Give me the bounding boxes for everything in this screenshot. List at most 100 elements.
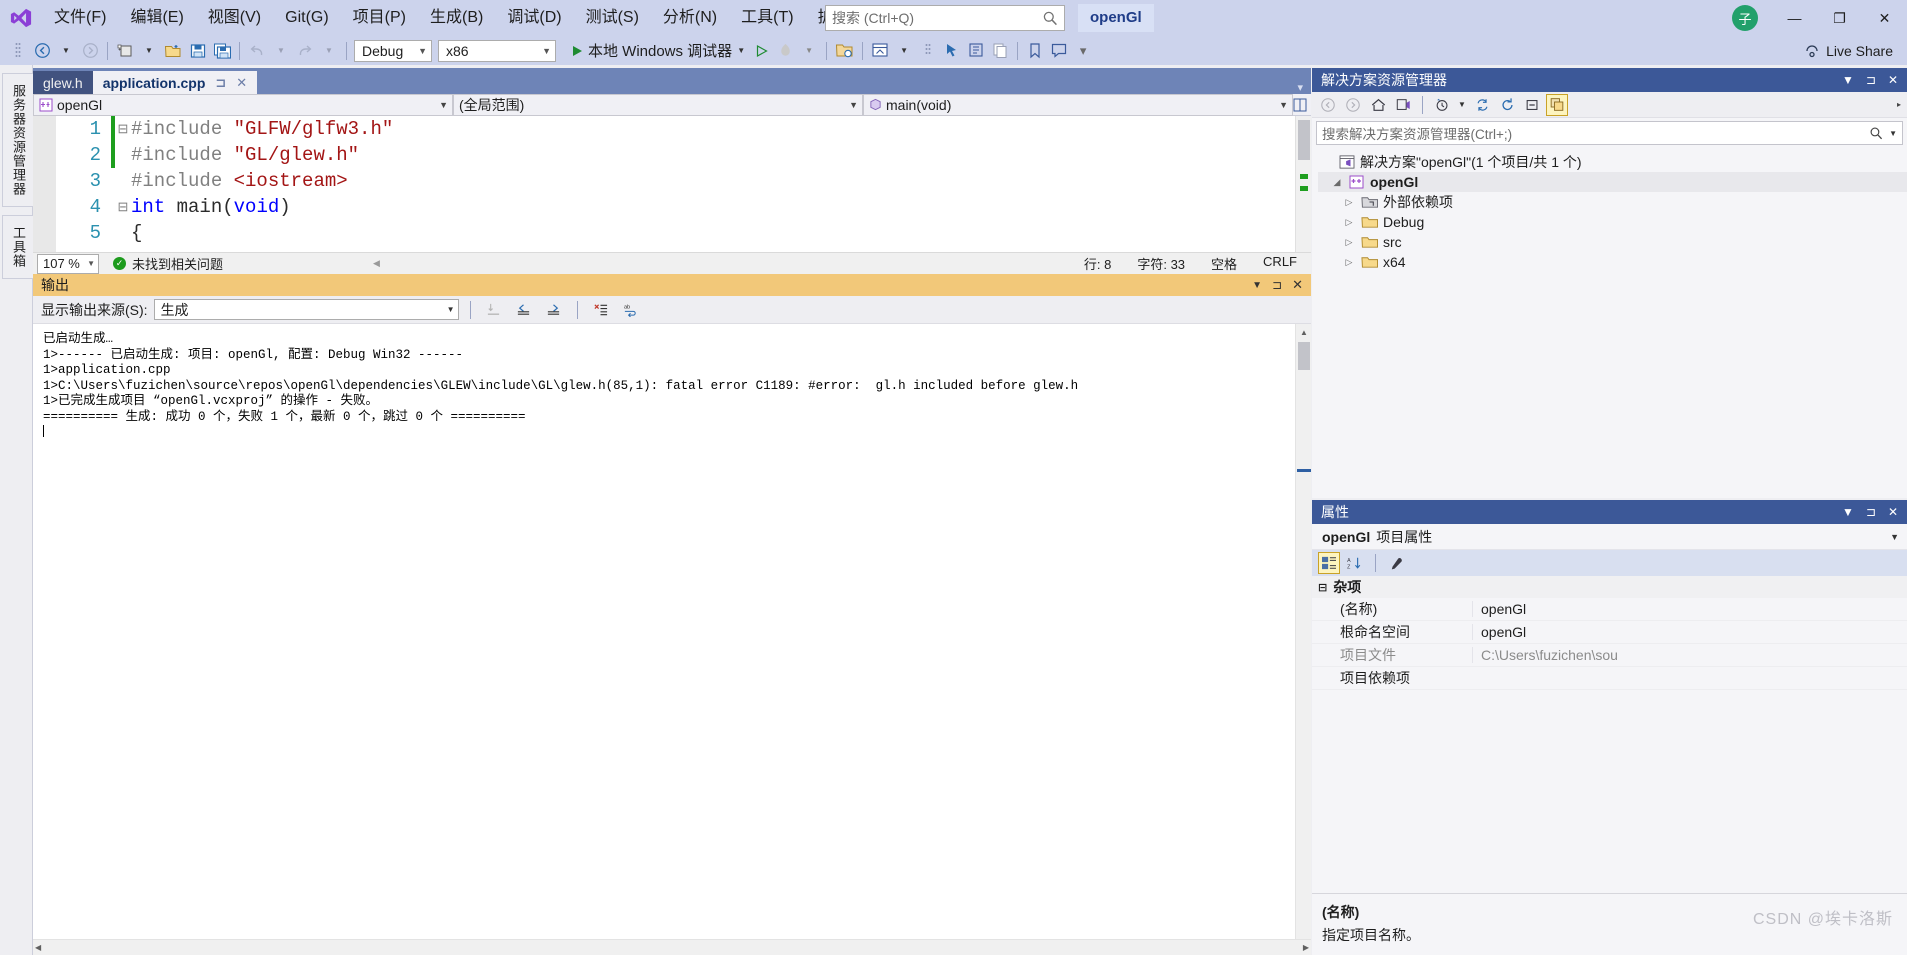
property-row[interactable]: 根命名空间 openGl [1312,621,1907,644]
tree-item-openGl[interactable]: ◢ openGl [1318,172,1907,192]
solution-explorer-dropdown-icon[interactable]: ▼ [1842,73,1854,87]
window-layout-dropdown-icon[interactable]: ▼ [892,39,916,63]
output-clear-button[interactable] [589,299,613,321]
output-goto-button[interactable] [482,299,506,321]
output-source-combo[interactable]: 生成 ▼ [153,299,459,320]
code-line[interactable]: 3 #include <iostream> [33,168,1311,194]
chevron-right-icon-tree[interactable]: ▷ [1342,217,1356,228]
scroll-left-arrow-icon[interactable]: ◀ [35,943,41,952]
chevron-right-icon-tree[interactable]: ▷ [1342,237,1356,248]
pointer-select-button[interactable] [940,39,964,63]
start-debug-button[interactable]: 本地 Windows 调试器 ▼ [566,39,749,63]
split-view-icon[interactable] [1293,98,1307,112]
output-vertical-scrollbar[interactable]: ▲ ▼ [1295,324,1311,949]
se-sync-button[interactable] [1471,94,1493,116]
fold-toggle-icon[interactable]: ⊟ [115,199,131,215]
chevron-right-icon-tree[interactable]: ▷ [1342,197,1356,208]
fold-toggle-icon[interactable]: ⊟ [115,121,131,137]
chevron-down-icon-tree[interactable]: ◢ [1330,177,1344,188]
redo-button[interactable] [293,39,317,63]
tree-item-src[interactable]: ▷ src [1318,232,1907,252]
menu-view[interactable]: 视图(V) [196,4,273,32]
se-forward-button[interactable] [1342,94,1364,116]
se-solution-view-button[interactable] [1392,94,1414,116]
menu-tools[interactable]: 工具(T) [729,4,805,32]
se-refresh-button[interactable] [1496,94,1518,116]
output-horizontal-scrollbar[interactable]: ◀ ▶ [33,939,1311,955]
menu-git[interactable]: Git(G) [273,4,341,32]
save-button[interactable] [186,39,210,63]
tree-item-Debug[interactable]: ▷ Debug [1318,212,1907,232]
output-scroll-thumb[interactable] [1298,342,1310,370]
editor-tab-glew-h[interactable]: glew.h [33,71,93,94]
code-editor[interactable]: 1 ⊟ #include "GLFW/glfw3.h" 2 #include "GL/g… [33,116,1311,252]
code-line[interactable]: 1 ⊟ #include "GLFW/glfw3.h" [33,116,1311,142]
category-collapse-icon[interactable]: ⊟ [1318,581,1327,594]
chevron-right-icon-tree[interactable]: ▷ [1342,257,1356,268]
editor-scroll-thumb[interactable] [1298,120,1310,160]
tree-item-外部依赖项[interactable]: ▷ 外部依赖项 [1318,192,1907,212]
output-text[interactable]: 已启动生成… 1>------ 已启动生成: 项目: openGl, 配置: De… [33,324,1295,949]
save-all-button[interactable] [210,39,234,63]
se-show-all-files-button[interactable] [1546,93,1568,116]
output-toggle-wordwrap-button[interactable]: ab [619,299,643,321]
nav-scope-combo[interactable]: (全局范围) ▼ [453,93,863,116]
code-line[interactable]: 2 #include "GL/glew.h" [33,142,1311,168]
solution-name-chip[interactable]: openGl [1078,4,1154,32]
live-visual-tree-button[interactable] [964,39,988,63]
scroll-left-icon[interactable]: ◀ [373,258,380,269]
maximize-button[interactable]: ❐ [1817,0,1862,36]
scroll-right-arrow-icon[interactable]: ▶ [1303,943,1309,952]
window-layout-button[interactable] [868,39,892,63]
server-explorer-tab[interactable]: 服务器资源管理器 [2,73,35,207]
start-without-debugging-button[interactable] [749,39,773,63]
undo-dropdown-icon[interactable]: ▼ [269,39,293,63]
configuration-combo[interactable]: Debug ▼ [354,39,432,62]
copy-style-button[interactable] [988,39,1012,63]
se-back-button[interactable] [1317,94,1339,116]
zoom-level-combo[interactable]: 107 % ▼ [37,253,99,274]
properties-alphabetical-button[interactable]: AZ [1344,552,1366,574]
scroll-up-icon[interactable]: ▲ [1296,324,1312,340]
property-value[interactable]: openGl [1472,601,1907,617]
add-comment-button[interactable] [1047,39,1071,63]
properties-object-combo[interactable]: openGl 项目属性 ▼ [1312,524,1907,550]
undo-button[interactable] [245,39,269,63]
search-input[interactable] [832,10,1042,26]
property-value[interactable]: openGl [1472,624,1907,640]
code-line[interactable]: 5{ [33,220,1311,246]
platform-combo[interactable]: x86 ▼ [438,39,556,62]
menu-build[interactable]: 生成(B) [418,4,495,32]
properties-close-icon[interactable]: ✕ [1888,505,1898,519]
menu-analyze[interactable]: 分析(N) [651,4,729,32]
code-line[interactable]: 4 ⊟ int main(void) [33,194,1311,220]
menu-debug[interactable]: 调试(D) [495,4,573,32]
redo-dropdown-icon[interactable]: ▼ [317,39,341,63]
minimize-button[interactable]: — [1772,0,1817,36]
navigate-back-button[interactable] [30,39,54,63]
close-icon[interactable]: ✕ [236,75,247,91]
properties-category-row[interactable]: ⊟ 杂项 [1312,576,1907,598]
se-pending-dropdown-icon[interactable]: ▼ [1456,94,1468,116]
bookmark-button[interactable] [1023,39,1047,63]
property-value[interactable]: C:\Users\fuzichen\sou [1472,647,1907,663]
navigate-forward-button[interactable] [78,39,102,63]
hot-reload-dropdown-icon[interactable]: ▼ [797,39,821,63]
solution-root-row[interactable]: 解决方案"openGl"(1 个项目/共 1 个) [1318,152,1907,172]
editor-tab-application-cpp[interactable]: application.cpp ⊐ ✕ [92,71,258,94]
nav-member-combo[interactable]: main(void) ▼ [863,93,1293,116]
menu-file[interactable]: 文件(F) [42,4,118,32]
solution-explorer-search[interactable]: 搜索解决方案资源管理器(Ctrl+;) ▼ [1316,121,1903,145]
se-collapse-all-button[interactable] [1521,94,1543,116]
properties-dropdown-icon[interactable]: ▼ [1842,505,1854,519]
menu-project[interactable]: 项目(P) [341,4,418,32]
editor-tab-list-icon[interactable]: ▾ [1297,81,1303,94]
se-pending-changes-button[interactable] [1431,94,1453,116]
menu-edit[interactable]: 编辑(E) [118,4,195,32]
nav-project-combo[interactable]: openGl ▼ [33,93,453,116]
close-button[interactable]: ✕ [1862,0,1907,36]
output-close-icon[interactable]: ✕ [1292,277,1303,293]
global-search-box[interactable] [825,5,1065,31]
tree-item-x64[interactable]: ▷ x64 [1318,252,1907,272]
properties-pin-icon[interactable]: ⊐ [1866,505,1876,519]
